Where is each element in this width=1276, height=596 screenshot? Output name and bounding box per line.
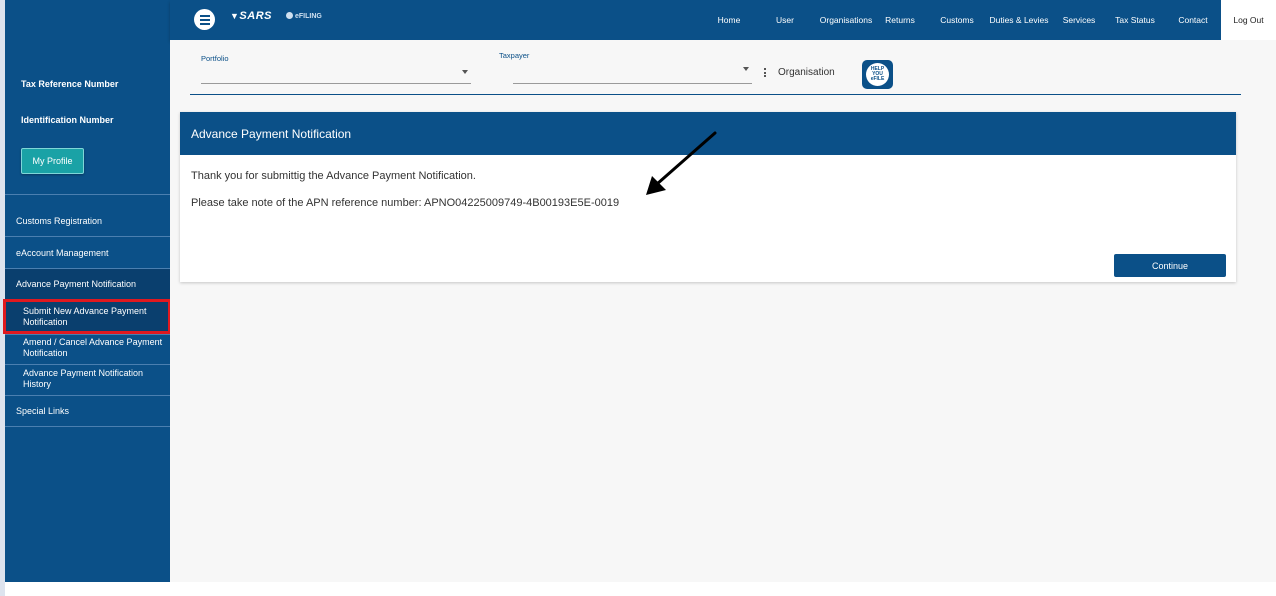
taxpayer-label: Taxpayer <box>499 51 530 60</box>
nav-customs[interactable]: Customs <box>937 0 977 40</box>
sidebar-divider <box>5 194 170 195</box>
top-navigation-bar: ▼SARS eFILING Home User Organisations Re… <box>170 0 1276 40</box>
hamburger-menu-icon[interactable] <box>194 9 215 30</box>
continue-button[interactable]: Continue <box>1114 254 1226 277</box>
sidebar-divider <box>5 236 170 237</box>
portfolio-label: Portfolio <box>201 54 229 63</box>
nav-organisations[interactable]: Organisations <box>817 0 875 40</box>
tax-reference-label: Tax Reference Number <box>21 79 119 89</box>
sidebar-divider <box>5 426 170 427</box>
sidebar-subitem-submit-new[interactable]: Submit New Advance Payment Notification <box>3 299 171 334</box>
identification-number-label: Identification Number <box>21 115 114 125</box>
header-divider <box>190 94 1241 95</box>
my-profile-button[interactable]: My Profile <box>21 148 84 174</box>
main-content: Portfolio Taxpayer Organisation HELP YOU… <box>170 40 1276 582</box>
portfolio-select[interactable] <box>201 64 471 84</box>
nav-user[interactable]: User <box>770 0 800 40</box>
sars-logo-mark: ▼ <box>230 11 240 21</box>
sidebar-item-customs-registration[interactable]: Customs Registration <box>5 206 170 236</box>
nav-contact[interactable]: Contact <box>1174 0 1212 40</box>
sidebar-divider <box>5 364 170 365</box>
pointer-arrow-icon <box>646 131 717 195</box>
portfolio-underline <box>201 83 471 84</box>
nav-returns[interactable]: Returns <box>881 0 919 40</box>
nav-home[interactable]: Home <box>712 0 746 40</box>
help-icon-badge: HELP YOU eFILE <box>866 63 889 86</box>
sidebar: Tax Reference Number Identification Numb… <box>3 0 171 582</box>
logout-button[interactable]: Log Out <box>1221 0 1276 40</box>
portfolio-dropdown-icon <box>462 70 468 74</box>
sars-logo-text: SARS <box>239 10 272 22</box>
taxpayer-dropdown-icon <box>743 67 749 71</box>
nav-services[interactable]: Services <box>1059 0 1099 40</box>
nav-duties-levies[interactable]: Duties & Levies <box>986 0 1052 40</box>
help-you-efile-icon[interactable]: HELP YOU eFILE <box>862 60 893 89</box>
taxpayer-select[interactable] <box>513 64 752 84</box>
apn-reference-message: Please take note of the APN reference nu… <box>191 197 620 209</box>
sidebar-subitem-history[interactable]: Advance Payment Notification History <box>5 368 170 395</box>
more-options-icon[interactable] <box>764 68 766 77</box>
sidebar-divider <box>5 334 170 335</box>
efiling-logo: eFILING <box>286 12 322 20</box>
organisation-label: Organisation <box>778 67 835 78</box>
taxpayer-underline <box>513 83 752 84</box>
sars-logo[interactable]: ▼SARS <box>230 10 272 22</box>
sidebar-item-special-links[interactable]: Special Links <box>5 396 170 426</box>
sidebar-subitem-amend-cancel[interactable]: Amend / Cancel Advance Payment Notificat… <box>5 337 170 364</box>
sidebar-item-eaccount-management[interactable]: eAccount Management <box>5 238 170 268</box>
nav-tax-status[interactable]: Tax Status <box>1111 0 1159 40</box>
sidebar-item-advance-payment-notification[interactable]: Advance Payment Notification <box>5 269 170 299</box>
thank-you-message: Thank you for submittig the Advance Paym… <box>191 170 476 182</box>
